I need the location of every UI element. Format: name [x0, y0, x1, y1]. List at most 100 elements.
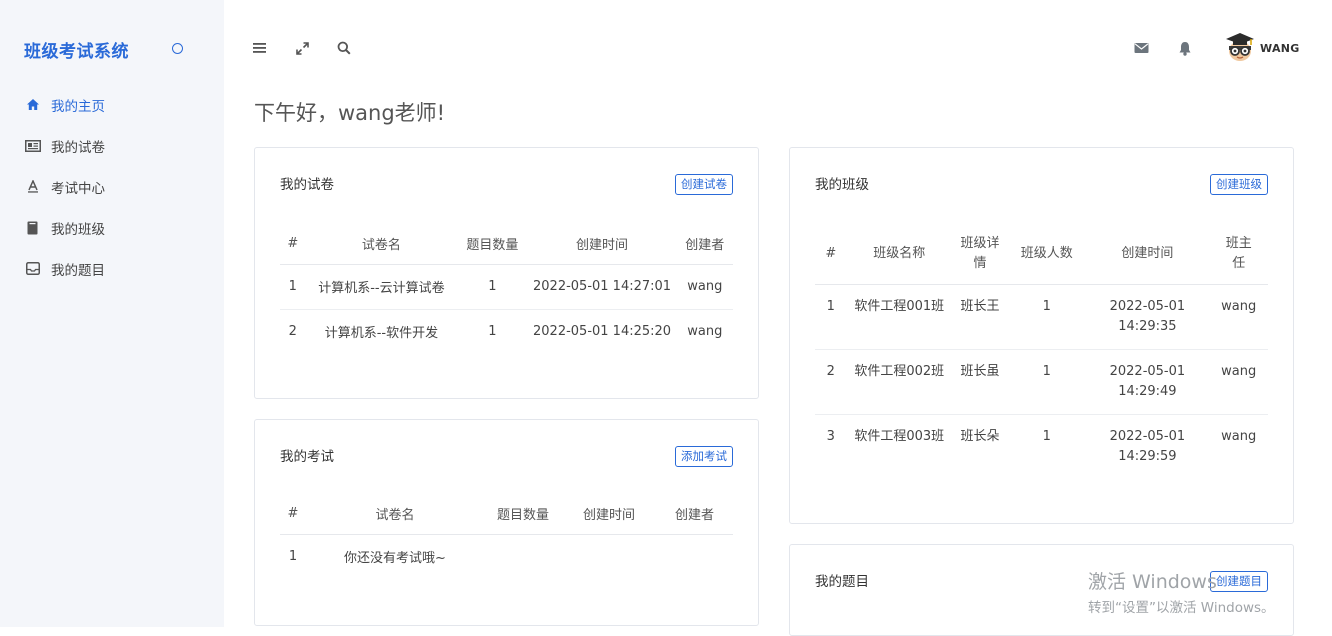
- column-header: 题目数量: [484, 494, 562, 535]
- empty-message: 你还没有考试哦~: [344, 551, 446, 567]
- expand-icon[interactable]: [294, 40, 310, 56]
- column-header: #: [280, 494, 306, 535]
- card-title: 我的题目: [815, 574, 869, 590]
- cell: 3: [826, 428, 835, 444]
- cell: 1: [1008, 349, 1086, 415]
- sidebar-item-questions[interactable]: 我的题目: [0, 248, 224, 289]
- column-header: #: [815, 224, 847, 285]
- user-menu[interactable]: WANG: [1224, 30, 1300, 66]
- add-exam-button[interactable]: 添加考试: [675, 446, 733, 467]
- sidebar-item-exam-center[interactable]: 考试中心: [0, 166, 224, 207]
- column-header: 试卷名: [306, 494, 484, 535]
- cell: 1: [457, 264, 528, 310]
- cell: 1: [488, 324, 497, 340]
- table-row[interactable]: 1 计算机系--云计算试卷 1 2022-05-01 14:27:01 wang: [280, 264, 733, 310]
- column-header: 创建者: [656, 494, 733, 535]
- sidebar-item-classes[interactable]: 我的班级: [0, 207, 224, 248]
- table-header-row: # 班级名称 班级详情 班级人数 创建时间 班主任: [815, 224, 1268, 285]
- sidebar-item-label: 考试中心: [51, 180, 105, 197]
- font-icon: [24, 179, 41, 195]
- column-header: #: [280, 224, 306, 265]
- card-title: 我的班级: [815, 177, 869, 193]
- cell: 软件工程002班: [846, 349, 952, 415]
- cell: 班长朵: [960, 428, 1000, 444]
- inbox-icon: [24, 261, 41, 277]
- table-row: 1 你还没有考试哦~: [280, 534, 733, 579]
- cell: [484, 534, 562, 579]
- cell: 2022-05-01 14:29:59: [1109, 428, 1186, 464]
- card-title: 我的试卷: [280, 177, 334, 193]
- sidebar-toggle-ring-icon[interactable]: [172, 43, 183, 54]
- column-header: 题目数量: [457, 224, 528, 265]
- mail-icon[interactable]: [1133, 40, 1149, 56]
- cell: 2022-05-01 14:27:01: [527, 264, 677, 310]
- cell: 1: [1042, 428, 1051, 444]
- column-header: 创建时间: [562, 494, 656, 535]
- cell: [656, 534, 733, 579]
- menu-icon[interactable]: [252, 40, 268, 56]
- table-header-row: # 试卷名 题目数量 创建时间 创建者: [280, 224, 733, 265]
- table-row[interactable]: 2 软件工程002班 班长虽 1 2022-05-01 14:29:49 wan…: [815, 349, 1268, 415]
- sidebar-item-home[interactable]: 我的主页: [0, 84, 224, 125]
- cell: 1: [1008, 284, 1086, 350]
- cell: 1: [280, 264, 306, 310]
- table-row[interactable]: 1 软件工程001班 班长王 1 2022-05-01 14:29:35 wan…: [815, 284, 1268, 350]
- classes-table: # 班级名称 班级详情 班级人数 创建时间 班主任 1 软件工程001班 班长王…: [815, 224, 1268, 479]
- column-header: 试卷名: [305, 224, 458, 265]
- classes-card: 我的班级 创建班级 # 班级名称 班级详情 班级人数 创建时间 班主任 1 软件…: [789, 147, 1294, 524]
- exams-table: # 试卷名 题目数量 创建时间 创建者 1 你还没有考试哦~: [280, 494, 733, 579]
- search-icon[interactable]: [336, 40, 352, 56]
- questions-card: 我的题目 创建题目: [789, 544, 1294, 636]
- sidebar-nav: 我的主页 我的试卷 考试中心 我的班级 我的题目: [0, 84, 224, 289]
- card-title: 我的考试: [280, 449, 334, 465]
- column-header: 班级详情: [951, 224, 1009, 285]
- column-header: 班主任: [1209, 224, 1268, 285]
- sidebar-item-papers[interactable]: 我的试卷: [0, 125, 224, 166]
- column-header: 班级名称: [846, 224, 952, 285]
- cell: 2022-05-01 14:25:20: [533, 324, 672, 340]
- table-row[interactable]: 3 软件工程003班 班长朵 1 2022-05-01 14:29:59 wan…: [815, 414, 1268, 479]
- exams-card: 我的考试 添加考试 # 试卷名 题目数量 创建时间 创建者 1 你还没有考试哦~: [254, 419, 759, 626]
- book-icon: [24, 220, 41, 236]
- table-row[interactable]: 2 计算机系--软件开发 1 2022-05-01 14:25:20 wang: [280, 309, 733, 354]
- cell: 计算机系--软件开发: [324, 326, 439, 342]
- cell: wang: [1209, 349, 1268, 415]
- newspaper-icon: [24, 138, 41, 154]
- cell: wang: [1221, 428, 1257, 444]
- sidebar-item-label: 我的题目: [51, 262, 105, 279]
- papers-card: 我的试卷 创建试卷 # 试卷名 题目数量 创建时间 创建者 1 计算机系--云计…: [254, 147, 759, 399]
- avatar: [1224, 30, 1256, 66]
- cell: 班长虽: [951, 349, 1009, 415]
- cell: wang: [1209, 284, 1268, 350]
- papers-table: # 试卷名 题目数量 创建时间 创建者 1 计算机系--云计算试卷 1 2022…: [280, 224, 733, 354]
- cell: 2022-05-01 14:29:35: [1085, 284, 1210, 350]
- create-question-button[interactable]: 创建题目: [1210, 571, 1268, 592]
- page-title: 下午好，wang老师!: [254, 101, 446, 125]
- column-header: 创建者: [676, 224, 733, 265]
- cell: 软件工程003班: [854, 428, 945, 444]
- column-header: 创建时间: [1085, 224, 1210, 285]
- cell: 2: [815, 349, 847, 415]
- create-paper-button[interactable]: 创建试卷: [675, 174, 733, 195]
- cell: [562, 534, 656, 579]
- cell: 班长王: [951, 284, 1009, 350]
- cell: wang: [676, 264, 733, 310]
- sidebar: 班级考试系统 我的主页 我的试卷 考试中心 我的班级 我的题目: [0, 0, 224, 627]
- bell-icon[interactable]: [1177, 40, 1193, 56]
- home-icon: [24, 97, 41, 113]
- user-name: WANG: [1260, 41, 1300, 55]
- cell: 2022-05-01 14:29:49: [1085, 349, 1210, 415]
- cell: 1: [288, 549, 298, 565]
- column-header: 创建时间: [527, 224, 677, 265]
- sidebar-item-label: 我的试卷: [51, 139, 105, 156]
- table-header-row: # 试卷名 题目数量 创建时间 创建者: [280, 494, 733, 535]
- create-class-button[interactable]: 创建班级: [1210, 174, 1268, 195]
- column-header: 班级人数: [1008, 224, 1086, 285]
- cell: 1: [815, 284, 847, 350]
- brand-title[interactable]: 班级考试系统: [24, 37, 129, 62]
- sidebar-item-label: 我的班级: [51, 221, 105, 238]
- cell: 2: [288, 324, 297, 340]
- cell: 软件工程001班: [846, 284, 952, 350]
- sidebar-item-label: 我的主页: [51, 98, 105, 115]
- cell: 计算机系--云计算试卷: [305, 264, 458, 310]
